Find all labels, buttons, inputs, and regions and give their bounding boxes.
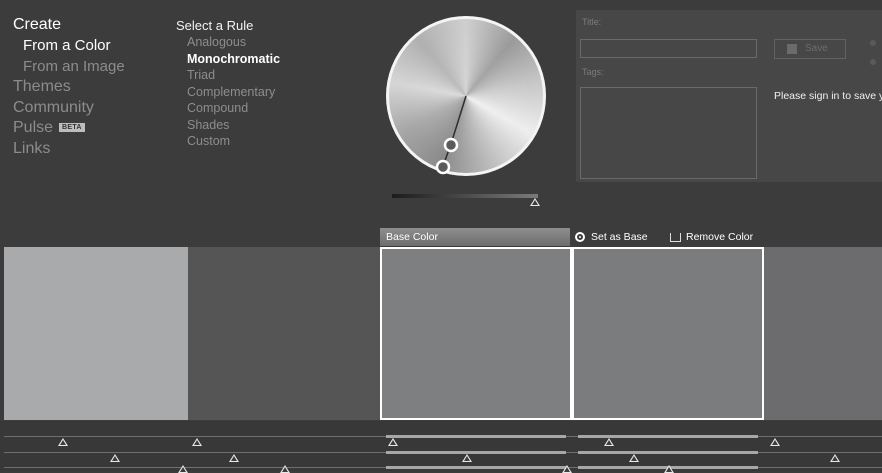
slider-fill-2: [386, 451, 566, 454]
remove-color-button[interactable]: Remove Color: [670, 229, 753, 245]
nav-links[interactable]: Links: [13, 140, 50, 158]
wheel-handle-line: [450, 95, 467, 145]
trash-icon: [670, 232, 681, 242]
brightness-slider-thumb[interactable]: [530, 198, 540, 206]
rule-analogous[interactable]: Analogous: [187, 35, 246, 49]
slider-thumb[interactable]: [192, 438, 202, 446]
nav-themes[interactable]: Themes: [13, 78, 71, 96]
slider-thumb[interactable]: [664, 465, 674, 473]
base-color-tab: Base Color: [380, 228, 570, 246]
set-as-base-label: Set as Base: [591, 231, 648, 243]
select-rule-title: Select a Rule: [176, 18, 254, 33]
rule-custom[interactable]: Custom: [187, 134, 230, 148]
title-input[interactable]: [580, 39, 757, 58]
color-swatch-3[interactable]: [380, 247, 572, 420]
slider-thumb[interactable]: [280, 465, 290, 473]
slider-fill-1: [386, 435, 566, 438]
rule-complementary[interactable]: Complementary: [187, 85, 275, 99]
slider-thumb[interactable]: [562, 465, 572, 473]
tags-label: Tags:: [582, 67, 604, 77]
target-icon: [575, 232, 585, 243]
slider-thumb[interactable]: [830, 454, 840, 462]
set-as-base-button[interactable]: Set as Base: [575, 229, 648, 245]
title-label: Title:: [582, 17, 602, 27]
slider-thumb[interactable]: [629, 454, 639, 462]
slider-thumb[interactable]: [58, 438, 68, 446]
color-swatch-5[interactable]: [764, 247, 882, 420]
color-swatch-4[interactable]: [572, 247, 764, 420]
rule-monochromatic[interactable]: Monochromatic: [187, 52, 280, 66]
slider-thumb[interactable]: [110, 454, 120, 462]
slider-thumb[interactable]: [604, 438, 614, 446]
rule-triad[interactable]: Triad: [187, 68, 215, 82]
wheel-markers: [435, 95, 467, 175]
slider-thumb[interactable]: [770, 438, 780, 446]
brightness-slider[interactable]: [392, 194, 538, 198]
save-button[interactable]: Save: [774, 39, 846, 59]
radio-option-1[interactable]: [870, 40, 876, 46]
color-swatch-1[interactable]: [4, 247, 188, 420]
nav-pulse[interactable]: Pulse BETA: [13, 119, 85, 137]
color-swatch-2[interactable]: [188, 247, 380, 420]
nav-pulse-label: Pulse: [13, 119, 54, 136]
radio-option-2[interactable]: [870, 59, 876, 65]
nav-from-a-color[interactable]: From a Color: [23, 37, 111, 54]
slider-thumb[interactable]: [462, 454, 472, 462]
rule-compound[interactable]: Compound: [187, 101, 248, 115]
nav-create[interactable]: Create: [13, 16, 61, 34]
wheel-handle-base: [443, 137, 459, 153]
slider-thumb[interactable]: [388, 438, 398, 446]
slider-fill-5: [386, 466, 566, 469]
tags-input[interactable]: [580, 87, 757, 179]
save-button-label: Save: [805, 43, 828, 54]
beta-badge: BETA: [59, 123, 85, 133]
signin-message: Please sign in to save y: [774, 90, 882, 102]
slider-thumb[interactable]: [229, 454, 239, 462]
slider-thumb[interactable]: [178, 465, 188, 473]
nav-from-an-image[interactable]: From an Image: [23, 58, 125, 75]
rule-shades[interactable]: Shades: [187, 118, 229, 132]
nav-community[interactable]: Community: [13, 99, 94, 117]
slider-fill-4: [578, 451, 758, 454]
color-sliders: [0, 421, 882, 471]
wheel-handle-secondary: [435, 159, 451, 175]
disk-icon: [787, 44, 797, 54]
remove-color-label: Remove Color: [686, 231, 754, 243]
